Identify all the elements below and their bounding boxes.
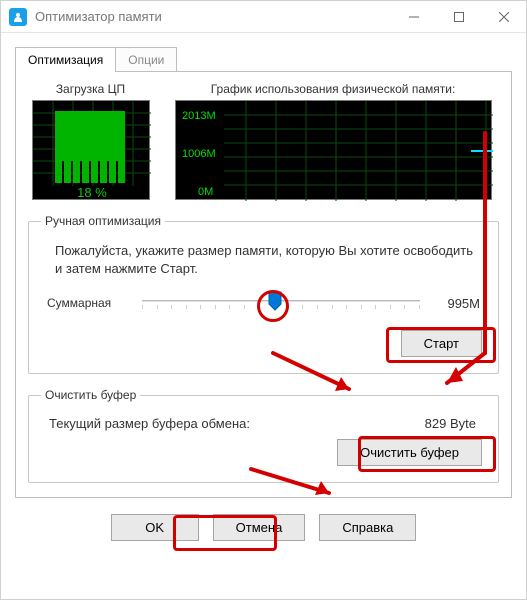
tab-panel: Загрузка ЦП: [15, 71, 512, 498]
buffer-label: Текущий размер буфера обмена:: [49, 416, 425, 431]
ok-button[interactable]: OK: [111, 514, 199, 541]
app-window: Оптимизатор памяти Оптимизация Опции Заг…: [0, 0, 527, 600]
slider-label: Суммарная: [47, 296, 132, 310]
cancel-button[interactable]: Отмена: [213, 514, 306, 541]
mem-ylabel-1: 1006M: [182, 148, 216, 160]
cpu-chart: 18 %: [32, 100, 150, 200]
app-icon: [9, 8, 27, 26]
manual-legend: Ручная оптимизация: [41, 214, 165, 228]
mem-chart: 2013M 1006M 0M: [175, 100, 492, 200]
slider-value: 995M: [430, 296, 480, 311]
buffer-value: 829 Byte: [425, 416, 482, 431]
close-icon: [499, 12, 509, 22]
buffer-legend: Очистить буфер: [41, 388, 140, 402]
help-button[interactable]: Справка: [319, 514, 416, 541]
mem-ylabel-2: 0M: [198, 186, 213, 198]
window-title: Оптимизатор памяти: [35, 9, 391, 24]
cpu-percent: 18 %: [77, 185, 107, 200]
close-button[interactable]: [481, 1, 526, 33]
tabs: Оптимизация Опции Загрузка ЦП: [15, 47, 512, 498]
titlebar: Оптимизатор памяти: [1, 1, 526, 33]
cpu-chart-title: Загрузка ЦП: [56, 82, 125, 96]
maximize-icon: [454, 12, 464, 22]
mem-ylabel-0: 2013M: [182, 110, 216, 122]
tab-optimization[interactable]: Оптимизация: [15, 47, 116, 72]
buffer-fieldset: Очистить буфер Текущий размер буфера обм…: [28, 388, 499, 483]
minimize-button[interactable]: [391, 1, 436, 33]
mem-chart-title: График использования физической памяти:: [211, 82, 456, 96]
manual-help-text: Пожалуйста, укажите размер памяти, котор…: [55, 242, 480, 278]
maximize-button[interactable]: [436, 1, 481, 33]
clear-buffer-button[interactable]: Очистить буфер: [337, 439, 482, 466]
slider-thumb-icon: [267, 290, 283, 312]
tab-options[interactable]: Опции: [115, 47, 177, 72]
memory-slider[interactable]: [142, 290, 420, 316]
minimize-icon: [409, 12, 419, 22]
manual-fieldset: Ручная оптимизация Пожалуйста, укажите р…: [28, 214, 499, 374]
start-button[interactable]: Старт: [401, 330, 482, 357]
